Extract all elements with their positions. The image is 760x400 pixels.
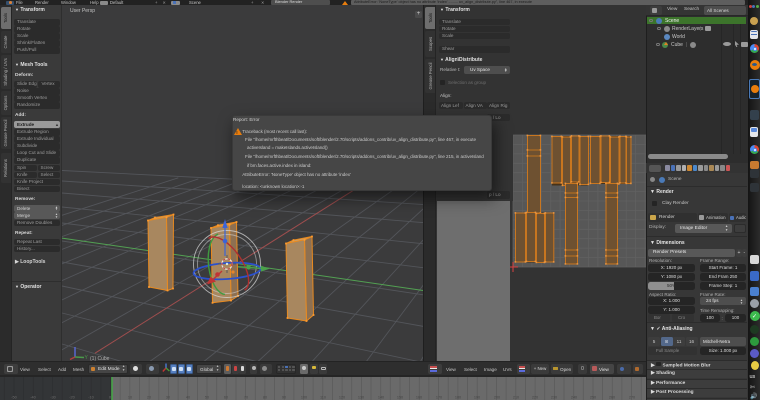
svg-text:120: 120 [339, 396, 345, 400]
svg-text:90: 90 [282, 396, 286, 400]
svg-text:180: 180 [455, 396, 461, 400]
svg-text:190: 190 [474, 396, 480, 400]
svg-text:270: 270 [629, 396, 635, 400]
svg-text:30: 30 [166, 396, 170, 400]
svg-text:170: 170 [436, 396, 442, 400]
svg-text:-20: -20 [69, 396, 75, 400]
svg-text:50: 50 [205, 396, 209, 400]
svg-text:10: 10 [128, 396, 132, 400]
svg-text:250: 250 [590, 396, 596, 400]
svg-text:150: 150 [397, 396, 403, 400]
svg-text:140: 140 [378, 396, 384, 400]
svg-text:110: 110 [320, 396, 326, 400]
svg-text:100: 100 [301, 396, 307, 400]
svg-text:-10: -10 [88, 396, 94, 400]
svg-text:70: 70 [244, 396, 248, 400]
svg-text:240: 240 [571, 396, 577, 400]
svg-text:260: 260 [609, 396, 615, 400]
svg-text:60: 60 [224, 396, 228, 400]
svg-text:-50: -50 [11, 396, 17, 400]
svg-text:-30: -30 [50, 396, 56, 400]
svg-text:130: 130 [358, 396, 364, 400]
svg-text:160: 160 [416, 396, 422, 400]
svg-text:210: 210 [513, 396, 519, 400]
svg-text:0: 0 [109, 396, 111, 400]
svg-text:80: 80 [263, 396, 267, 400]
svg-text:200: 200 [494, 396, 500, 400]
svg-text:220: 220 [532, 396, 538, 400]
svg-text:40: 40 [186, 396, 190, 400]
svg-text:20: 20 [147, 396, 151, 400]
svg-text:Y: Y [85, 355, 89, 360]
svg-text:-40: -40 [30, 396, 36, 400]
svg-text:230: 230 [551, 396, 557, 400]
